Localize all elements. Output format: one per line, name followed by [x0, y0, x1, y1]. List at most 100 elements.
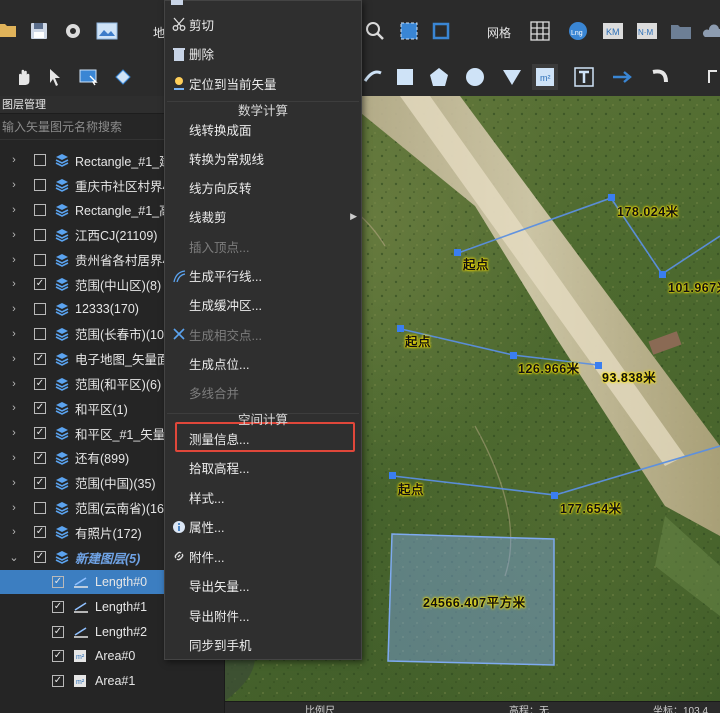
feature-checkbox[interactable]: ✓ — [52, 650, 64, 663]
circle-tool-icon[interactable] — [462, 64, 488, 90]
layer-checkbox[interactable] — [34, 253, 46, 266]
select-box-icon[interactable] — [76, 64, 102, 90]
layer-checkbox[interactable] — [34, 203, 46, 216]
chevron-right-icon[interactable]: › — [8, 328, 20, 340]
feature-label: Length#0 — [95, 574, 148, 589]
full-extent-icon[interactable] — [428, 18, 454, 44]
menu-item[interactable]: 导出附件... — [165, 602, 361, 628]
link-icon — [170, 549, 188, 563]
measure-area-tool-icon[interactable]: m² — [532, 64, 558, 90]
layer-checkbox[interactable]: ✓ — [34, 551, 46, 564]
menu-item[interactable]: 生成点位... — [165, 350, 361, 376]
text-tool-icon[interactable] — [571, 64, 597, 90]
layer-checkbox[interactable] — [34, 154, 46, 167]
menu-item-label: 多线合并 — [189, 387, 240, 402]
menu-item[interactable]: 属性... — [165, 514, 361, 540]
menu-item[interactable]: 生成缓冲区... — [165, 292, 361, 318]
save-icon[interactable] — [26, 18, 52, 44]
open-folder-icon[interactable] — [0, 16, 20, 42]
map-label-start-3: 起点 — [398, 483, 425, 497]
menu-item[interactable]: 附件... — [165, 543, 361, 569]
nm-unit-icon[interactable]: N·M — [634, 18, 660, 44]
chevron-right-icon[interactable]: › — [8, 378, 20, 390]
length-icon — [73, 575, 89, 589]
layer-checkbox[interactable] — [34, 179, 46, 192]
menu-item[interactable]: 剪切 — [165, 11, 361, 37]
menu-item[interactable]: 转换为常规线 — [165, 145, 361, 171]
km-unit-icon[interactable]: KM — [600, 18, 626, 44]
layer-checkbox[interactable] — [34, 327, 46, 340]
pointer-icon[interactable] — [42, 64, 68, 90]
menu-item[interactable]: 定位到当前矢量 — [165, 70, 361, 96]
layer-checkbox[interactable]: ✓ — [34, 352, 46, 365]
chevron-right-icon[interactable]: › — [8, 477, 20, 489]
menu-item[interactable]: 同步到手机 — [165, 632, 361, 658]
menu-item[interactable]: 线方向反转 — [165, 175, 361, 201]
menu-item[interactable]: 导出矢量... — [165, 573, 361, 599]
map-label-distance-3: 126.966米 — [518, 362, 580, 376]
chevron-right-icon[interactable]: › — [8, 353, 20, 365]
chevron-right-icon[interactable]: › — [8, 526, 20, 538]
chevron-right-icon[interactable]: › — [8, 179, 20, 191]
svg-text:KM: KM — [606, 27, 620, 37]
layer-checkbox[interactable] — [34, 501, 46, 514]
menu-item[interactable]: 线转换成面 — [165, 116, 361, 142]
chevron-right-icon[interactable]: › — [8, 154, 20, 166]
menu-item[interactable]: 拾取高程... — [165, 455, 361, 481]
feature-checkbox[interactable]: ✓ — [52, 675, 64, 688]
rectangle-tool-icon[interactable] — [392, 64, 418, 90]
cloud-icon[interactable] — [700, 18, 720, 44]
toolbar-grid-label[interactable]: 网格 — [487, 24, 511, 41]
arc-tool-icon[interactable] — [360, 64, 386, 90]
chevron-down-icon[interactable]: ⌄ — [8, 551, 20, 564]
layers-icon — [55, 153, 69, 168]
curve-arrow-tool-icon[interactable] — [648, 64, 674, 90]
layer-checkbox[interactable]: ✓ — [34, 476, 46, 489]
menu-item[interactable]: 生成平行线... — [165, 263, 361, 289]
feature-row[interactable]: ✓ m² Area#1 — [0, 669, 225, 694]
chevron-right-icon[interactable]: › — [8, 427, 20, 439]
layer-checkbox[interactable]: ✓ — [34, 402, 46, 415]
feature-checkbox[interactable]: ✓ — [52, 575, 64, 588]
grid-icon[interactable] — [527, 18, 553, 44]
layer-checkbox[interactable]: ✓ — [34, 278, 46, 291]
folder-icon[interactable] — [668, 18, 694, 44]
layer-checkbox[interactable] — [34, 303, 46, 316]
layer-label: 范围(和平区)(6) — [75, 378, 162, 393]
arrow-tool-icon[interactable] — [610, 64, 636, 90]
feature-checkbox[interactable]: ✓ — [52, 600, 64, 613]
menu-item[interactable]: 线裁剪 ▶ — [165, 204, 361, 230]
edit-vertex-icon[interactable] — [110, 64, 136, 90]
menu-item[interactable]: 删除 — [165, 41, 361, 67]
menu-item[interactable]: 样式... — [165, 484, 361, 510]
chevron-right-icon[interactable]: › — [8, 229, 20, 241]
layer-checkbox[interactable]: ✓ — [34, 526, 46, 539]
menu-item[interactable]: 测量信息... — [165, 425, 361, 451]
layers-icon — [55, 178, 69, 193]
select-extent-icon[interactable] — [396, 18, 422, 44]
info-icon — [170, 520, 188, 534]
settings-gear-icon[interactable] — [60, 18, 86, 44]
pentagon-tool-icon[interactable] — [426, 64, 452, 90]
zoom-icon[interactable] — [362, 18, 388, 44]
layer-label: 范围(中山区)(8) — [75, 278, 162, 293]
layer-checkbox[interactable] — [34, 228, 46, 241]
feature-checkbox[interactable]: ✓ — [52, 625, 64, 638]
chevron-right-icon[interactable]: › — [8, 303, 20, 315]
chevron-right-icon[interactable]: › — [8, 204, 20, 216]
lnglat-globe-icon[interactable]: Lng — [565, 18, 591, 44]
chevron-right-icon[interactable]: › — [8, 278, 20, 290]
layer-checkbox[interactable]: ✓ — [34, 427, 46, 440]
chevron-right-icon[interactable]: › — [8, 254, 20, 266]
chevron-right-icon[interactable]: › — [8, 452, 20, 464]
more-tool-icon[interactable] — [700, 64, 720, 90]
status-coordinates: 坐标：103.4 — [653, 706, 709, 713]
layer-label: 贵州省各村居界4 — [75, 254, 170, 269]
pan-hand-icon[interactable] — [10, 64, 36, 90]
layer-checkbox[interactable]: ✓ — [34, 377, 46, 390]
chevron-right-icon[interactable]: › — [8, 402, 20, 414]
sector-tool-icon[interactable] — [499, 64, 525, 90]
layer-checkbox[interactable]: ✓ — [34, 451, 46, 464]
chevron-right-icon[interactable]: › — [8, 502, 20, 514]
image-icon[interactable] — [94, 18, 120, 44]
